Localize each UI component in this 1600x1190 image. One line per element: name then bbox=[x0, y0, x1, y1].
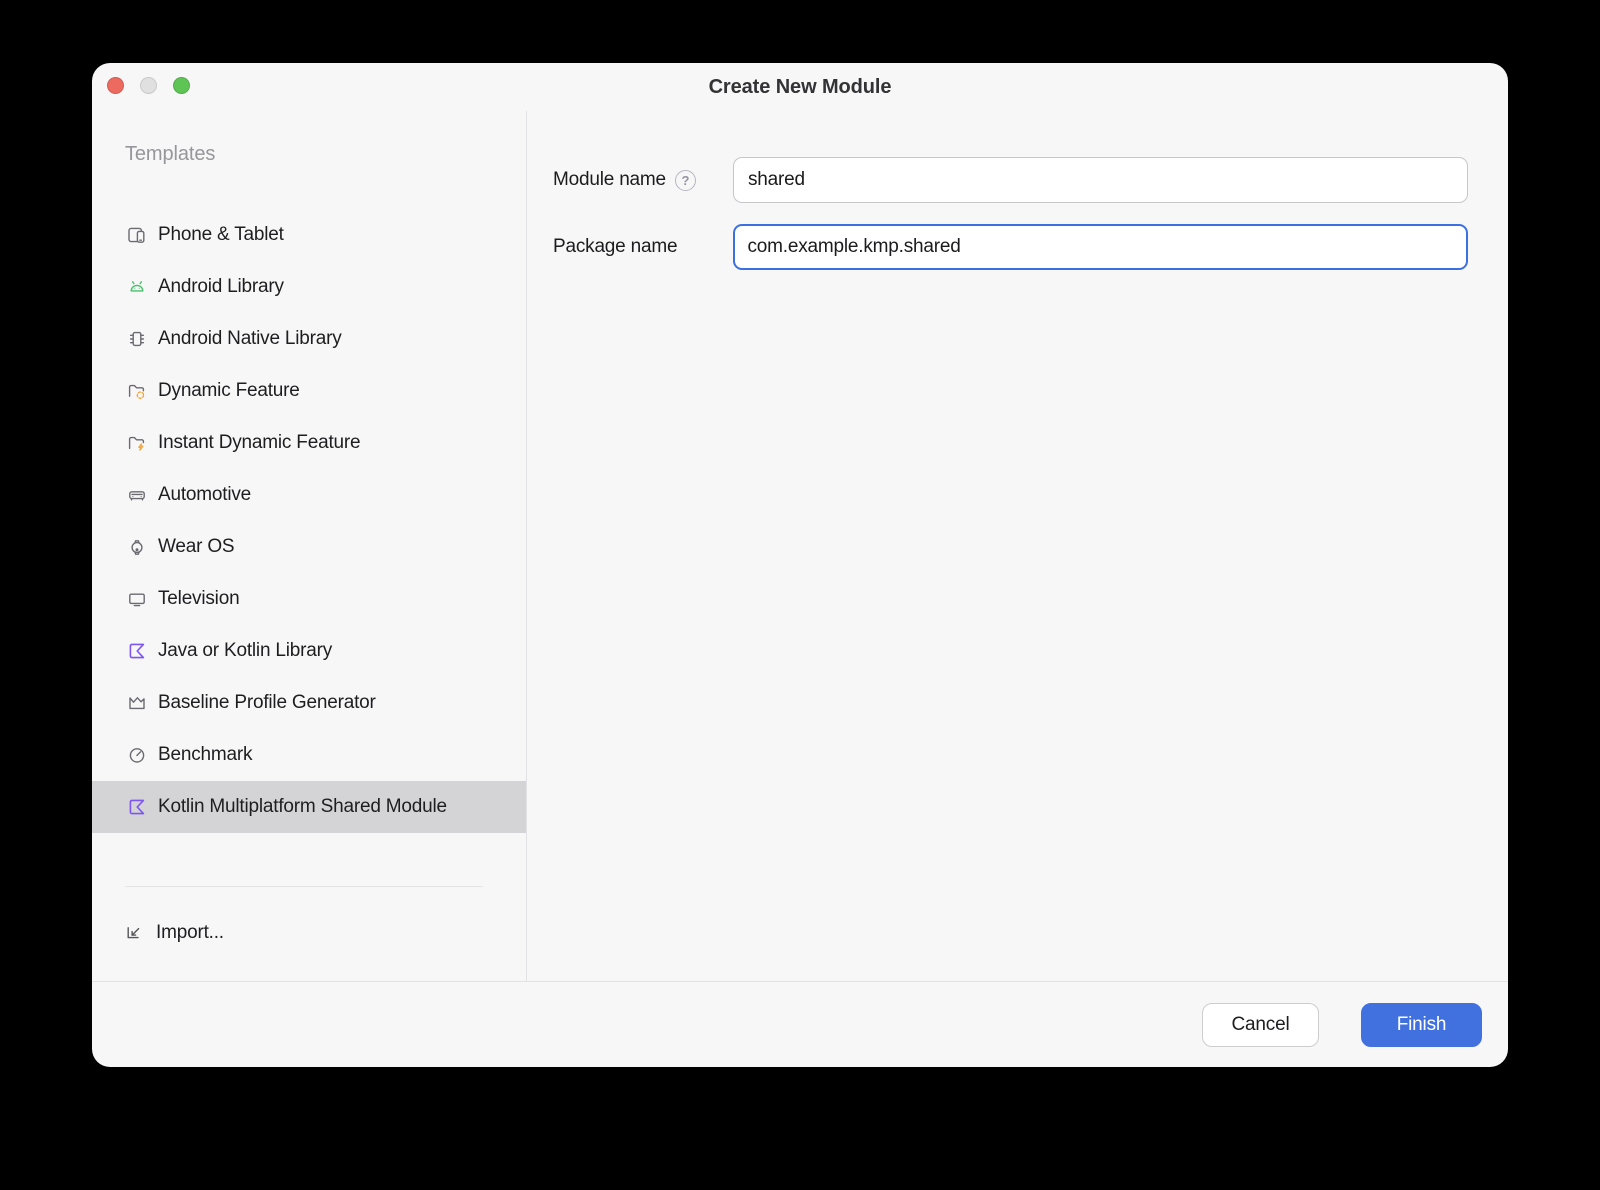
import-label: Import... bbox=[156, 922, 224, 943]
template-item-android-library[interactable]: Android Library bbox=[92, 261, 526, 313]
module-name-row: Module name ? bbox=[553, 157, 1508, 203]
module-name-label: Module name bbox=[553, 169, 666, 190]
template-item-baseline-profile-generator[interactable]: Baseline Profile Generator bbox=[92, 677, 526, 729]
import-button[interactable]: Import... bbox=[92, 918, 526, 948]
template-item-instant-dynamic-feature[interactable]: Instant Dynamic Feature bbox=[92, 417, 526, 469]
templates-sidebar: Templates Phone & Tablet Android Library… bbox=[92, 111, 527, 981]
template-item-java-kotlin-library[interactable]: Java or Kotlin Library bbox=[92, 625, 526, 677]
template-item-label: Instant Dynamic Feature bbox=[158, 432, 361, 453]
template-item-label: Dynamic Feature bbox=[158, 380, 300, 401]
template-item-android-native-library[interactable]: Android Native Library bbox=[92, 313, 526, 365]
template-item-label: Baseline Profile Generator bbox=[158, 692, 376, 713]
window-title: Create New Module bbox=[708, 75, 892, 98]
templates-heading: Templates bbox=[125, 143, 216, 165]
template-item-television[interactable]: Television bbox=[92, 573, 526, 625]
kotlin-icon bbox=[127, 797, 147, 817]
template-item-phone-tablet[interactable]: Phone & Tablet bbox=[92, 209, 526, 261]
module-form: Module name ? Package name bbox=[527, 111, 1508, 981]
template-item-label: Java or Kotlin Library bbox=[158, 640, 333, 661]
dialog-footer: Cancel Finish bbox=[92, 981, 1508, 1067]
chip-icon bbox=[127, 329, 147, 349]
template-item-label: Benchmark bbox=[158, 744, 253, 765]
car-icon bbox=[127, 485, 147, 505]
template-item-label: Phone & Tablet bbox=[158, 224, 284, 245]
template-item-benchmark[interactable]: Benchmark bbox=[92, 729, 526, 781]
chart-icon bbox=[127, 693, 147, 713]
android-icon bbox=[127, 277, 147, 297]
template-item-wear-os[interactable]: Wear OS bbox=[92, 521, 526, 573]
template-item-automotive[interactable]: Automotive bbox=[92, 469, 526, 521]
finish-button[interactable]: Finish bbox=[1361, 1002, 1482, 1047]
package-name-input[interactable] bbox=[733, 224, 1468, 270]
template-item-label: Android Library bbox=[158, 276, 284, 297]
create-new-module-dialog: Create New Module Templates Phone & Tabl… bbox=[92, 63, 1508, 1067]
tv-icon bbox=[127, 589, 147, 609]
template-item-dynamic-feature[interactable]: Dynamic Feature bbox=[92, 365, 526, 417]
sidebar-divider bbox=[125, 886, 483, 887]
help-icon[interactable]: ? bbox=[674, 169, 696, 191]
kotlin-icon bbox=[127, 641, 147, 661]
cancel-button[interactable]: Cancel bbox=[1202, 1002, 1319, 1047]
folder-bolt-icon bbox=[127, 433, 147, 453]
template-list: Phone & Tablet Android Library Android N… bbox=[92, 209, 526, 833]
phone-tablet-icon bbox=[127, 225, 147, 245]
import-icon bbox=[125, 923, 145, 943]
watch-icon bbox=[127, 537, 147, 557]
template-item-kotlin-multiplatform-shared-module[interactable]: Kotlin Multiplatform Shared Module bbox=[92, 781, 526, 833]
package-name-label: Package name bbox=[553, 236, 678, 257]
template-item-label: Android Native Library bbox=[158, 328, 342, 349]
package-name-row: Package name bbox=[553, 224, 1508, 270]
template-item-label: Automotive bbox=[158, 484, 252, 505]
template-item-label: Television bbox=[158, 588, 240, 609]
titlebar: Create New Module bbox=[92, 63, 1508, 111]
template-item-label: Kotlin Multiplatform Shared Module bbox=[158, 796, 447, 817]
module-name-input[interactable] bbox=[733, 157, 1468, 203]
template-item-label: Wear OS bbox=[158, 536, 235, 557]
folder-dynamic-icon bbox=[127, 381, 147, 401]
gauge-icon bbox=[127, 745, 147, 765]
